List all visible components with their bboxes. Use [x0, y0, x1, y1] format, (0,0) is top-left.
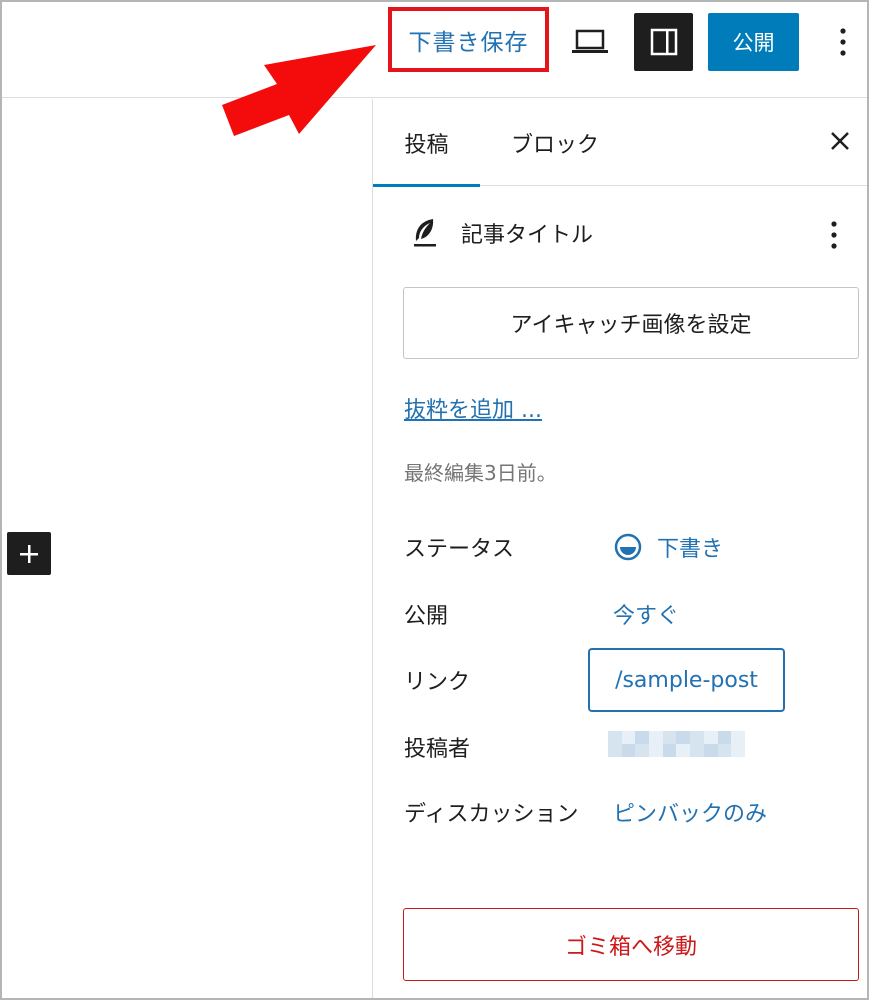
editor-canvas[interactable] [0, 99, 372, 1000]
status-label: ステータス [404, 537, 515, 562]
status-value: 下書き [657, 537, 724, 562]
author-label: 投稿者 [404, 737, 471, 762]
permalink-button[interactable]: /sample-post [588, 648, 785, 712]
feather-icon [414, 219, 436, 247]
save-draft-button[interactable]: 下書き保存 [388, 7, 549, 72]
settings-sidebar: 投稿 ブロック 記事タイトル アイキャッチ画像を設定 抜粋を追加 ... 最終編… [372, 99, 869, 1000]
last-edited-text: 最終編集3日前。 [404, 461, 557, 485]
publish-label: 公開 [404, 604, 449, 629]
post-type-label: 記事タイトル [461, 223, 594, 248]
close-sidebar-button[interactable] [820, 121, 860, 161]
block-inserter-button[interactable] [7, 532, 51, 575]
move-to-trash-button[interactable]: ゴミ箱へ移動 [403, 908, 859, 981]
post-type-header: 記事タイトル [411, 217, 593, 249]
preview-button[interactable] [568, 20, 612, 64]
set-featured-image-button[interactable]: アイキャッチ画像を設定 [403, 287, 859, 359]
vertical-ellipsis-icon [831, 221, 837, 249]
vertical-ellipsis-icon [840, 28, 846, 56]
publish-date-button[interactable]: 今すぐ [613, 598, 679, 630]
close-icon [831, 132, 849, 150]
discussion-label: ディスカッション [404, 802, 579, 827]
discussion-button[interactable]: ピンバックのみ [613, 796, 767, 828]
sidebar-tabs: 投稿 ブロック [373, 99, 869, 187]
publish-button[interactable]: 公開 [708, 13, 799, 71]
tab-block[interactable]: ブロック [480, 99, 630, 186]
draft-status-icon [614, 533, 642, 561]
author-value-blurred[interactable] [608, 731, 745, 757]
link-label: リンク [404, 670, 471, 695]
settings-toggle-button[interactable] [634, 13, 693, 71]
options-menu-button[interactable] [826, 20, 860, 64]
sidebar-panel-icon [650, 28, 677, 56]
status-button[interactable]: 下書き [613, 531, 723, 563]
editor-header: 下書き保存 公開 [0, 0, 869, 98]
add-excerpt-link[interactable]: 抜粋を追加 ... [404, 392, 542, 424]
laptop-icon [572, 29, 608, 53]
plus-icon [20, 544, 38, 563]
annotation-arrow-icon [222, 45, 376, 136]
post-actions-menu-button[interactable] [819, 215, 849, 255]
